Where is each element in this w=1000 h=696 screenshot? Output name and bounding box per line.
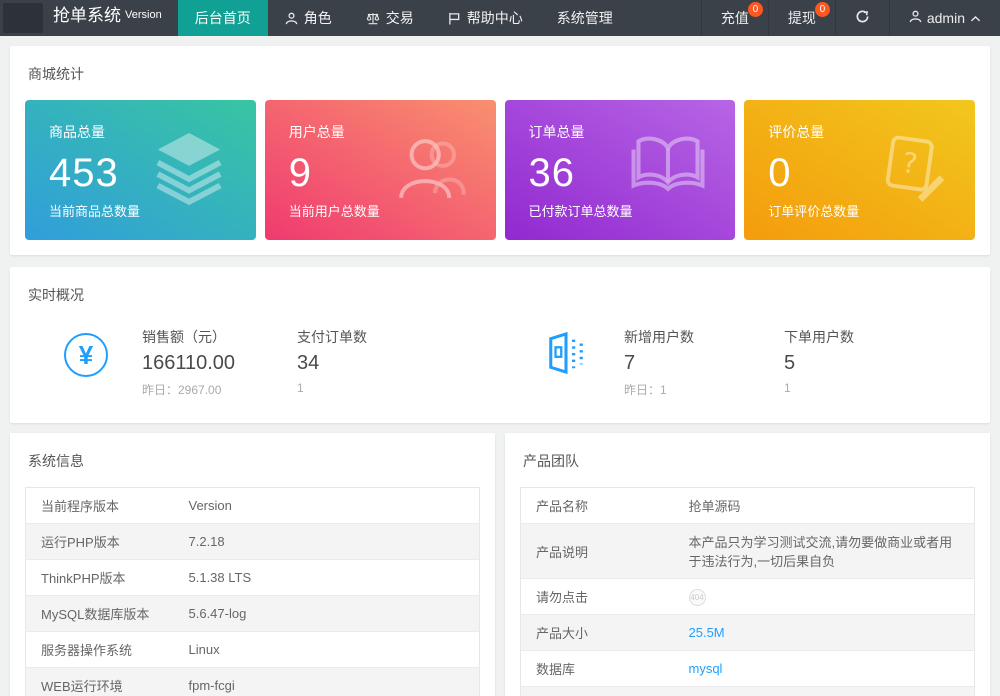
logo-placeholder: [3, 3, 43, 33]
app-title-text: 抢单系统: [53, 6, 121, 26]
scale-icon: [366, 12, 380, 25]
stats-grid: 商品总量 453 当前商品总数量 用户总量 9 当前用户总数量: [25, 100, 975, 240]
nav-item-home[interactable]: 后台首页: [178, 0, 268, 36]
mall-stats-panel: 商城统计 商品总量 453 当前商品总数量 用户总量 9 当前用: [10, 46, 990, 255]
nav-item-help[interactable]: 帮助中心: [431, 0, 540, 36]
stat-card-reviews: 评价总量 0 订单评价总数量 ?: [744, 100, 975, 240]
withdraw-button[interactable]: 提现 0: [768, 0, 835, 36]
metric-new-users: 新增用户数 7 昨日：1: [624, 325, 784, 398]
recharge-badge: 0: [748, 2, 763, 17]
table-row: WEB运行环境 fpm-fcgi: [26, 668, 480, 696]
recharge-button[interactable]: 充值 0: [701, 0, 768, 36]
mall-stats-title: 商城统计: [28, 64, 975, 84]
system-info-table: 当前程序版本 Version 运行PHP版本 7.2.18 ThinkPHP版本…: [25, 487, 480, 696]
user-menu[interactable]: admin: [889, 0, 1000, 36]
review-icon: ?: [871, 129, 949, 212]
table-row: ThinkPHP版本 5.1.38 LTS: [26, 560, 480, 596]
product-team-title: 产品团队: [523, 451, 975, 471]
realtime-title: 实时概况: [28, 285, 975, 305]
book-icon: [627, 127, 709, 214]
door-icon: [546, 331, 586, 380]
metric-sales: 销售额（元） 166110.00 昨日：2967.00: [142, 325, 297, 398]
svg-text:?: ?: [900, 146, 919, 181]
person-icon: [285, 12, 298, 25]
users-icon: [390, 128, 470, 213]
flag-icon: [448, 12, 461, 25]
nav-item-system[interactable]: 系统管理: [540, 0, 630, 36]
app-title: 抢单系统 Version: [43, 0, 178, 36]
refresh-button[interactable]: [835, 0, 889, 36]
product-size-link[interactable]: 25.5M: [689, 625, 725, 640]
system-info-title: 系统信息: [28, 451, 480, 471]
table-row: 版本 20200301 检查更新: [521, 687, 975, 696]
realtime-panel: 实时概况 ¥ 销售额（元） 166110.00 昨日：2967.00 支付订单数…: [10, 267, 990, 423]
chevron-up-icon: [970, 10, 981, 26]
main-menu: 后台首页 角色 交易: [178, 0, 630, 36]
withdraw-badge: 0: [815, 2, 830, 17]
table-row: 请勿点击 404: [521, 579, 975, 615]
layers-icon: [148, 127, 230, 214]
table-row: MySQL数据库版本 5.6.47-log: [26, 596, 480, 632]
nav-item-trade[interactable]: 交易: [349, 0, 431, 36]
product-team-panel: 产品团队 产品名称 抢单源码 产品说明 本产品只为学习测试交流,请勿要做商业或者…: [505, 433, 990, 696]
product-team-table: 产品名称 抢单源码 产品说明 本产品只为学习测试交流,请勿要做商业或者用于违法行…: [520, 487, 975, 696]
table-row: 数据库 mysql: [521, 651, 975, 687]
database-link[interactable]: mysql: [689, 661, 723, 676]
realtime-row: ¥ 销售额（元） 166110.00 昨日：2967.00 支付订单数 34 1: [25, 321, 975, 408]
metric-ordering-users: 下单用户数 5 1: [784, 325, 944, 395]
system-info-panel: 系统信息 当前程序版本 Version 运行PHP版本 7.2.18 Think…: [10, 433, 495, 696]
table-row: 产品说明 本产品只为学习测试交流,请勿要做商业或者用于违法行为,一切后果自负: [521, 524, 975, 579]
app-version: Version: [125, 5, 162, 25]
username: admin: [927, 10, 965, 26]
navbar-actions: 充值 0 提现 0 admin: [701, 0, 1000, 36]
user-icon: [909, 10, 922, 26]
stat-card-orders: 订单总量 36 已付款订单总数量: [505, 100, 736, 240]
table-row: 产品大小 25.5M: [521, 615, 975, 651]
table-row: 产品名称 抢单源码: [521, 488, 975, 524]
yen-icon: ¥: [64, 333, 108, 377]
metric-paid-orders: 支付订单数 34 1: [297, 325, 546, 395]
stat-card-products: 商品总量 453 当前商品总数量: [25, 100, 256, 240]
stat-card-users: 用户总量 9 当前用户总数量: [265, 100, 496, 240]
top-navbar: 抢单系统 Version 后台首页 角色 交易: [0, 0, 1000, 36]
nav-item-roles[interactable]: 角色: [268, 0, 349, 36]
refresh-icon: [855, 9, 870, 27]
table-row: 当前程序版本 Version: [26, 488, 480, 524]
do-not-click-badge[interactable]: 404: [689, 589, 706, 606]
table-row: 运行PHP版本 7.2.18: [26, 524, 480, 560]
table-row: 服务器操作系统 Linux: [26, 632, 480, 668]
